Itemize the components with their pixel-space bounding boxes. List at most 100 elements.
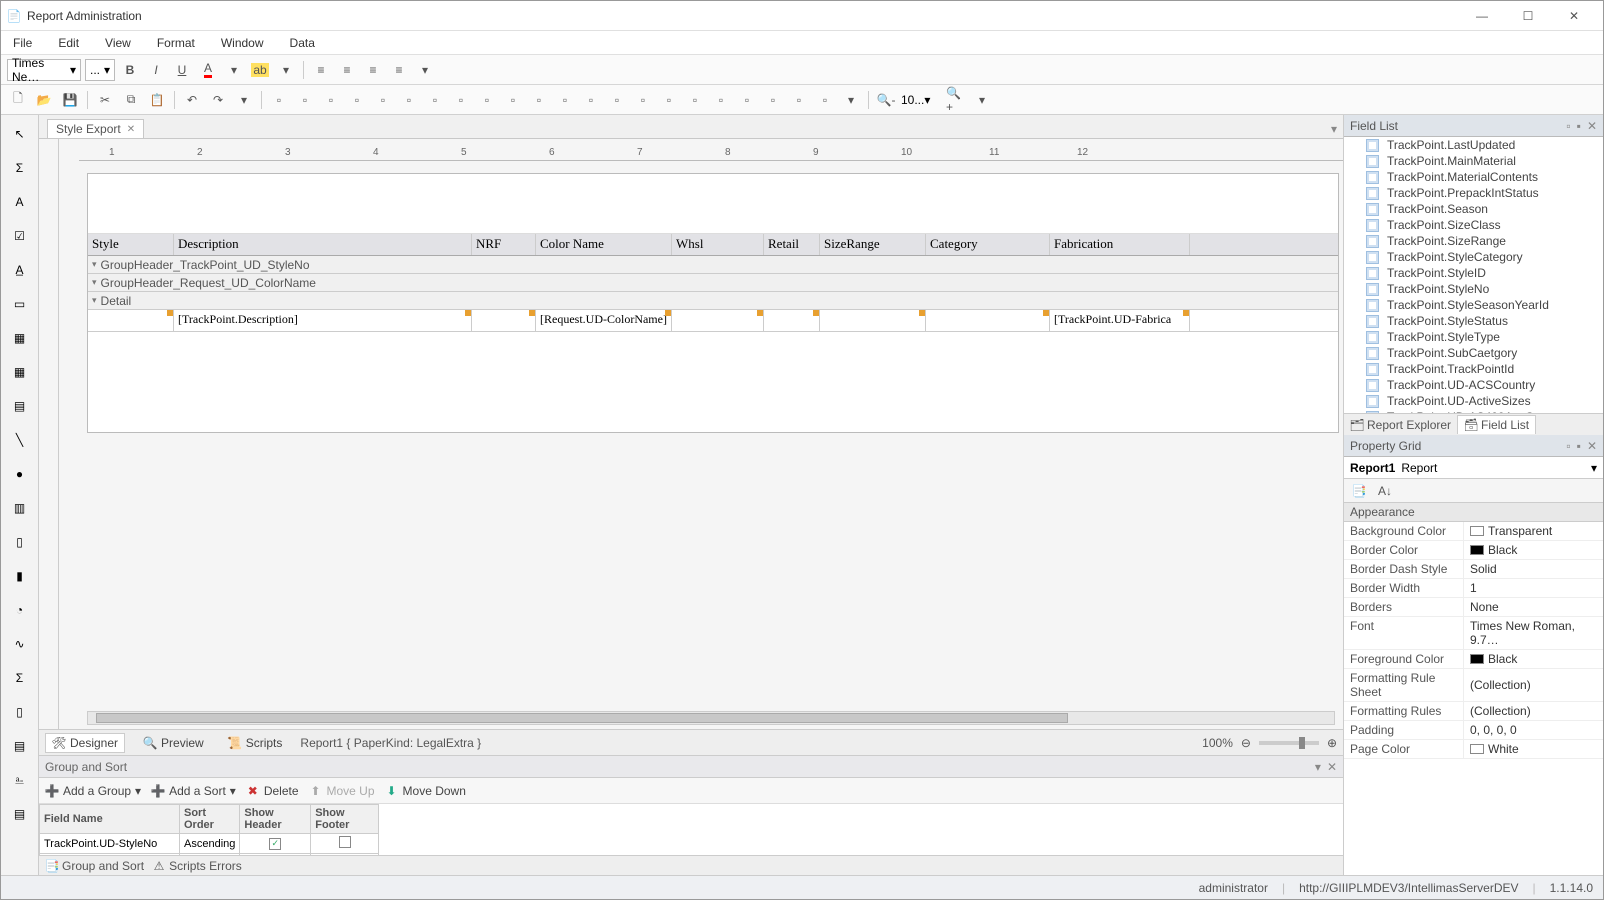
column-header-retail[interactable]: Retail	[764, 234, 820, 255]
toolbox-item-11[interactable]: ▥	[7, 495, 33, 521]
detail-cell-description[interactable]: [TrackPoint.Description]	[174, 310, 472, 331]
detail-cell-retail[interactable]	[764, 310, 820, 331]
italic-button[interactable]: I	[145, 59, 167, 81]
field-item[interactable]: TrackPoint.SizeRange	[1344, 233, 1603, 249]
toolbox-item-16[interactable]: Σ	[7, 665, 33, 691]
menu-window[interactable]: Window	[217, 34, 268, 52]
field-item[interactable]: TrackPoint.PrepackIntStatus	[1344, 185, 1603, 201]
tab-scripts-errors[interactable]: ⚠Scripts Errors	[152, 859, 242, 873]
layout-button-10[interactable]: ▫	[528, 89, 550, 111]
delete-button[interactable]: ✖Delete	[246, 784, 299, 798]
field-item[interactable]: TrackPoint.UD-ActiveSizes	[1344, 393, 1603, 409]
tab-designer[interactable]: 🛠Designer	[45, 733, 125, 753]
toolbox-item-17[interactable]: ▯	[7, 699, 33, 725]
zoom-in-icon[interactable]: ⊕	[1327, 736, 1337, 750]
zoom-out-button[interactable]: 🔍-	[875, 89, 897, 111]
field-item[interactable]: TrackPoint.SizeClass	[1344, 217, 1603, 233]
detail-cell-nrf[interactable]	[472, 310, 536, 331]
gs-header[interactable]: Show Footer	[311, 805, 379, 834]
undo-button[interactable]: ↶	[181, 89, 203, 111]
collapse-icon[interactable]: ▾	[92, 277, 97, 288]
backcolor-drop-icon[interactable]: ▾	[275, 59, 297, 81]
layout-button-15[interactable]: ▫	[658, 89, 680, 111]
property-row[interactable]: Foreground ColorBlack	[1344, 650, 1603, 669]
column-header-nrf[interactable]: NRF	[472, 234, 536, 255]
show-header-checkbox[interactable]: ✓	[269, 838, 281, 850]
toolbar2-overflow1-icon[interactable]: ▾	[233, 89, 255, 111]
close-tab-icon[interactable]: ✕	[127, 124, 135, 135]
toolbox-item-15[interactable]: ∿	[7, 631, 33, 657]
property-row[interactable]: Border Width1	[1344, 579, 1603, 598]
property-row[interactable]: Background ColorTransparent	[1344, 522, 1603, 541]
property-row[interactable]: Formatting Rules(Collection)	[1344, 702, 1603, 721]
collapse-icon[interactable]: ▾	[92, 259, 97, 270]
layout-button-16[interactable]: ▫	[684, 89, 706, 111]
copy-button[interactable]: ⧉	[120, 89, 142, 111]
align-justify-button[interactable]: ≡	[388, 59, 410, 81]
toolbox-item-4[interactable]: A̲	[7, 257, 33, 283]
horizontal-scrollbar[interactable]	[87, 711, 1335, 725]
toolbox-item-3[interactable]: ☑	[7, 223, 33, 249]
property-selector[interactable]: Report1Report▾	[1344, 457, 1603, 479]
minimize-button[interactable]: —	[1459, 2, 1505, 30]
layout-button-19[interactable]: ▫	[762, 89, 784, 111]
layout-button-18[interactable]: ▫	[736, 89, 758, 111]
layout-button-4[interactable]: ▫	[372, 89, 394, 111]
redo-button[interactable]: ↷	[207, 89, 229, 111]
layout-button-11[interactable]: ▫	[554, 89, 576, 111]
field-item[interactable]: TrackPoint.StyleCategory	[1344, 249, 1603, 265]
doc-tabs-drop-icon[interactable]: ▾	[1325, 120, 1343, 138]
detail-cell-sizerange[interactable]	[820, 310, 926, 331]
move-up-button[interactable]: ⬆Move Up	[309, 784, 375, 798]
column-header-description[interactable]: Description	[174, 234, 472, 255]
field-item[interactable]: TrackPoint.Season	[1344, 201, 1603, 217]
panel-pin-icon[interactable]: ▪	[1577, 439, 1581, 453]
property-row[interactable]: Border ColorBlack	[1344, 541, 1603, 560]
tab-preview[interactable]: 🔍Preview	[137, 734, 210, 752]
menu-file[interactable]: File	[9, 34, 36, 52]
detail-cell-fabrication[interactable]: [TrackPoint.UD-Fabrica	[1050, 310, 1190, 331]
toolbox-item-0[interactable]: ↖	[7, 121, 33, 147]
cut-button[interactable]: ✂	[94, 89, 116, 111]
column-header-style[interactable]: Style	[88, 234, 174, 255]
toolbox-item-10[interactable]: ●	[7, 461, 33, 487]
alphabetical-button[interactable]: A↓	[1374, 480, 1396, 502]
toolbox-item-5[interactable]: ▭	[7, 291, 33, 317]
toolbox-item-12[interactable]: ▯	[7, 529, 33, 555]
layout-button-14[interactable]: ▫	[632, 89, 654, 111]
field-item[interactable]: TrackPoint.UD-ACSCountry	[1344, 377, 1603, 393]
field-item[interactable]: TrackPoint.StyleNo	[1344, 281, 1603, 297]
toolbox-item-1[interactable]: Σ	[7, 155, 33, 181]
panel-pin-icon[interactable]: ▪	[1577, 119, 1581, 133]
panel-close-icon[interactable]: ✕	[1587, 439, 1597, 453]
layout-button-6[interactable]: ▫	[424, 89, 446, 111]
add-group-button[interactable]: ➕Add a Group▾	[45, 784, 141, 798]
gs-header[interactable]: Show Header	[240, 805, 311, 834]
detail-cell-color name[interactable]: [Request.UD-ColorName]	[536, 310, 672, 331]
align-right-button[interactable]: ≡	[362, 59, 384, 81]
toolbox-item-8[interactable]: ▤	[7, 393, 33, 419]
layout-button-12[interactable]: ▫	[580, 89, 602, 111]
category-appearance[interactable]: Appearance	[1344, 503, 1603, 522]
align-left-button[interactable]: ≡	[310, 59, 332, 81]
layout-button-1[interactable]: ▫	[294, 89, 316, 111]
underline-button[interactable]: U	[171, 59, 193, 81]
field-item[interactable]: TrackPoint.MainMaterial	[1344, 153, 1603, 169]
layout-button-17[interactable]: ▫	[710, 89, 732, 111]
toolbox-item-7[interactable]: ▦	[7, 359, 33, 385]
panel-menu-icon[interactable]: ▾	[1315, 760, 1321, 774]
column-header-sizerange[interactable]: SizeRange	[820, 234, 926, 255]
doc-tab-style-export[interactable]: Style Export ✕	[47, 119, 144, 138]
field-item[interactable]: TrackPoint.SubCaetgory	[1344, 345, 1603, 361]
layout-button-2[interactable]: ▫	[320, 89, 342, 111]
band-detail[interactable]: ▾Detail	[88, 292, 1338, 310]
tab-report-explorer[interactable]: 🗂Report Explorer	[1344, 416, 1457, 434]
toolbox-item-9[interactable]: ╲	[7, 427, 33, 453]
layout-button-9[interactable]: ▫	[502, 89, 524, 111]
layout-button-3[interactable]: ▫	[346, 89, 368, 111]
forecolor-button[interactable]: A	[197, 59, 219, 81]
panel-menu-icon[interactable]: ▫	[1566, 119, 1570, 133]
panel-close-icon[interactable]: ✕	[1587, 119, 1597, 133]
zoom-in-button[interactable]: 🔍+	[945, 89, 967, 111]
gs-row[interactable]: TrackPoint.UD-StyleNoAscending✓	[40, 834, 379, 854]
